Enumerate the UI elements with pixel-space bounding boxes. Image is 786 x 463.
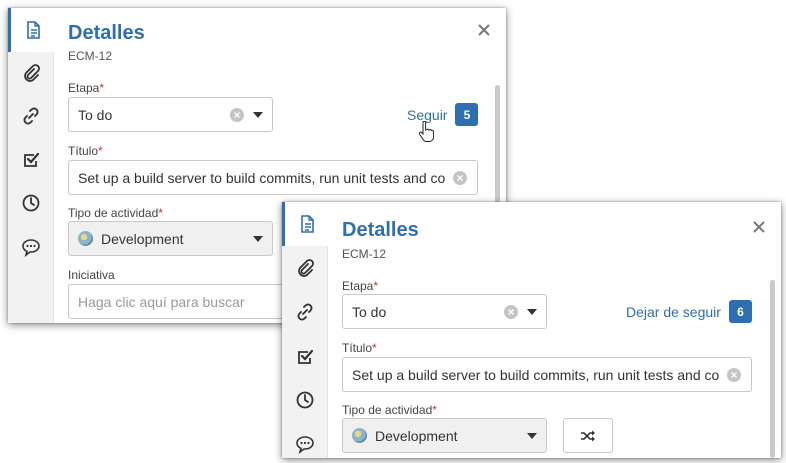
chevron-down-icon[interactable] xyxy=(244,111,272,118)
rail-comments-tab[interactable] xyxy=(282,422,328,458)
scrollbar[interactable] xyxy=(770,280,775,458)
issue-key: ECM-12 xyxy=(342,247,387,261)
rail-history-tab[interactable] xyxy=(8,181,54,225)
rail-checklist-tab[interactable] xyxy=(282,335,328,379)
rail-links-tab[interactable] xyxy=(8,94,54,138)
title-label: Título* xyxy=(342,341,377,355)
unfollow-button[interactable]: Dejar de seguir 6 xyxy=(626,300,752,323)
link-icon xyxy=(297,303,313,321)
chevron-down-icon[interactable] xyxy=(518,308,546,315)
close-button[interactable] xyxy=(474,20,494,40)
paperclip-icon xyxy=(298,259,314,277)
activity-type-label: Tipo de actividad* xyxy=(68,206,163,220)
rail-links-tab[interactable] xyxy=(282,290,328,334)
shuffle-icon xyxy=(581,430,595,441)
rail-comments-tab[interactable] xyxy=(8,225,54,269)
clock-icon xyxy=(296,391,314,409)
rail-details-tab[interactable] xyxy=(8,8,54,52)
rail-attachments-tab[interactable] xyxy=(8,51,54,95)
clear-title-icon[interactable] xyxy=(727,367,741,382)
document-icon xyxy=(300,215,314,233)
paperclip-icon xyxy=(24,64,40,82)
follower-count-badge: 5 xyxy=(455,103,479,126)
follower-count-badge: 6 xyxy=(728,300,752,323)
panel-title: Detalles xyxy=(68,22,145,44)
activity-type-select[interactable]: Development xyxy=(342,418,547,453)
title-value: Set up a build server to build commits, … xyxy=(78,169,445,186)
stage-value: To do xyxy=(78,106,113,123)
activity-type-select[interactable]: Development xyxy=(68,221,273,256)
panel-content: Detalles ECM-12 Etapa* To do Dejar de se… xyxy=(342,202,781,458)
development-type-icon xyxy=(352,428,367,443)
close-button[interactable] xyxy=(749,217,769,237)
rail-attachments-tab[interactable] xyxy=(282,246,328,290)
activity-type-value: Development xyxy=(101,230,184,247)
stage-value: To do xyxy=(352,303,387,320)
link-icon xyxy=(23,107,39,125)
clear-stage-icon[interactable] xyxy=(504,304,518,319)
title-value: Set up a build server to build commits, … xyxy=(352,366,719,383)
clear-stage-icon[interactable] xyxy=(230,107,244,122)
panel-title: Detalles xyxy=(342,219,419,241)
stage-label: Etapa* xyxy=(342,279,379,293)
side-rail xyxy=(8,8,54,323)
rail-details-tab[interactable] xyxy=(282,202,328,246)
title-label: Título* xyxy=(68,144,103,158)
side-rail xyxy=(282,202,328,458)
chevron-down-icon[interactable] xyxy=(244,235,272,242)
stage-select[interactable]: To do xyxy=(342,294,547,329)
comment-icon xyxy=(296,436,314,454)
activity-type-value: Development xyxy=(375,427,458,444)
clock-icon xyxy=(22,194,40,212)
document-icon xyxy=(26,21,40,39)
title-input[interactable]: Set up a build server to build commits, … xyxy=(342,357,752,392)
rail-checklist-tab[interactable] xyxy=(8,138,54,182)
development-type-icon xyxy=(78,231,93,246)
clear-title-icon[interactable] xyxy=(453,170,467,185)
checkbox-icon xyxy=(24,152,40,167)
close-icon xyxy=(753,221,765,233)
hand-cursor-icon xyxy=(418,121,434,142)
stage-select[interactable]: To do xyxy=(68,97,273,132)
close-icon xyxy=(478,24,490,36)
issue-key: ECM-12 xyxy=(68,49,113,63)
title-input[interactable]: Set up a build server to build commits, … xyxy=(68,160,478,195)
shuffle-button[interactable] xyxy=(563,418,613,453)
unfollow-label: Dejar de seguir xyxy=(626,303,721,320)
stage-label: Etapa* xyxy=(68,81,105,95)
details-panel-front: Detalles ECM-12 Etapa* To do Dejar de se… xyxy=(282,202,781,458)
initiative-label: Iniciativa xyxy=(68,268,115,282)
activity-type-label: Tipo de actividad* xyxy=(342,403,437,417)
checkbox-icon xyxy=(298,349,314,364)
rail-history-tab[interactable] xyxy=(282,378,328,422)
chevron-down-icon[interactable] xyxy=(518,432,546,439)
comment-icon xyxy=(22,239,40,257)
